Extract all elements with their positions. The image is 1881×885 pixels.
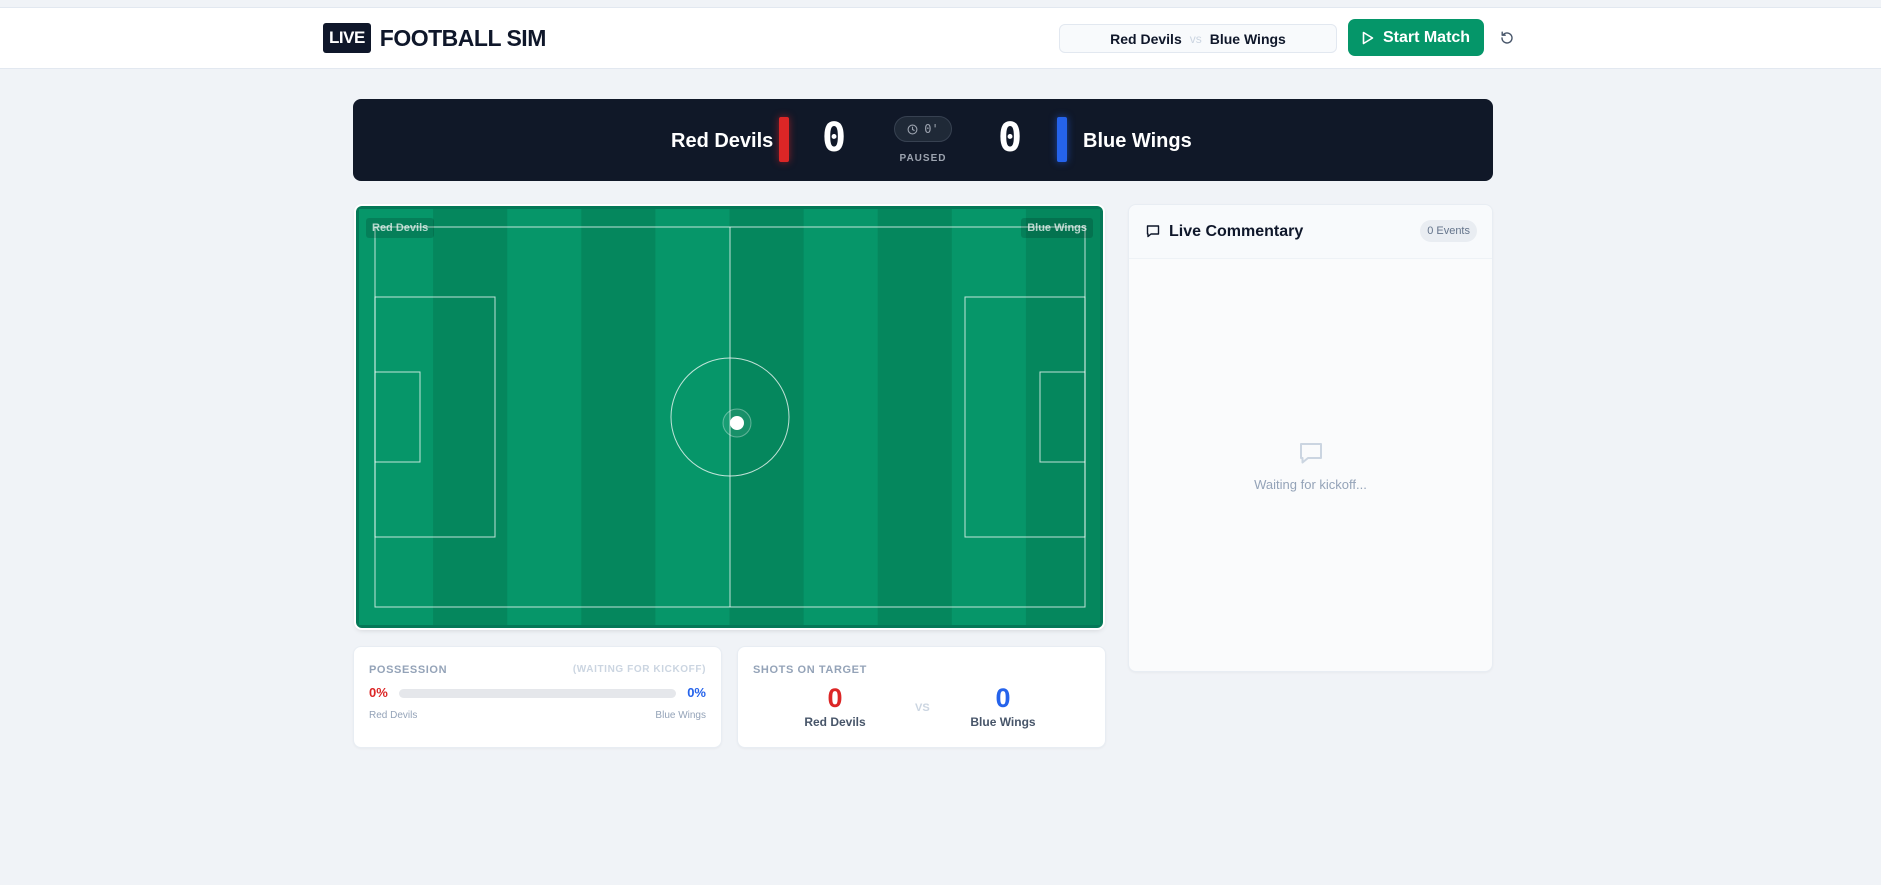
clock-value: 0' [924,122,939,136]
matchup-vs: vs [1189,31,1202,46]
possession-home-percent: 0% [369,685,388,700]
scoreboard-away-name: Blue Wings [1083,130,1192,152]
pitch-home-label: Red Devils [366,218,435,238]
ball [730,416,744,430]
grass-stripe [803,209,879,625]
pitch-away-label: Blue Wings [1021,218,1093,238]
app-header: LIVE FOOTBALL SIM Red Devils vs Blue Win… [0,8,1881,69]
reset-icon [1501,31,1513,44]
commentary-panel: Live Commentary 0 Events Waiting for kic… [1128,204,1493,672]
pitch-field [359,209,1100,625]
shots-away-name: Blue Wings [970,715,1036,729]
pitch: Red Devils Blue Wings [356,206,1103,628]
clock-icon [907,124,918,134]
matchup-away: Blue Wings [1209,30,1286,47]
grass-stripe [951,209,1027,625]
match-status: PAUSED [899,153,947,164]
away-color-bar [1057,117,1067,162]
empty-chat-icon [1300,443,1322,464]
top-strip [0,0,1881,8]
app-title: FOOTBALL SIM [379,24,547,51]
possession-title: POSSESSION [369,664,448,676]
grass-stripe [581,209,656,625]
possession-note: (WAITING FOR KICKOFF) [572,664,706,675]
play-icon [1362,31,1374,44]
matchup-home: Red Devils [1110,30,1182,47]
commentary-event-count: 0 Events [1420,220,1477,242]
shots-home-value: 0 [827,683,843,713]
grass-stripe [1025,209,1100,625]
matchup-display: Red Devils vs Blue Wings [1059,24,1337,53]
match-clock: 0' [894,116,952,142]
possession-bar [399,689,676,698]
possession-away-percent: 0% [687,685,706,700]
grass-stripe [655,209,730,625]
live-badge: LIVE [323,23,371,53]
commentary-title: Live Commentary [1169,223,1304,240]
start-match-button[interactable]: Start Match [1348,19,1484,56]
shots-away-value: 0 [995,683,1011,713]
brand: LIVE FOOTBALL SIM [323,23,546,53]
shots-vs: VS [915,702,930,714]
grass-stripe [359,209,434,625]
home-color-bar [779,117,789,162]
shots-away: 0 Blue Wings [943,683,1063,729]
shots-home: 0 Red Devils [775,683,895,729]
possession-away-name: Blue Wings [655,710,706,721]
scoreboard-home-name: Red Devils [671,130,774,152]
shots-home-name: Red Devils [804,715,866,729]
shots-card: SHOTS ON TARGET 0 Red Devils VS 0 Blue W… [737,646,1106,748]
away-score: 0 [998,115,1023,161]
possession-home-name: Red Devils [369,710,418,721]
commentary-empty-text: Waiting for kickoff... [1254,477,1367,492]
grass-stripe [433,209,508,625]
start-match-label: Start Match [1382,28,1471,46]
possession-card: POSSESSION (WAITING FOR KICKOFF) 0% 0% R… [353,646,722,748]
chat-icon [1146,225,1160,238]
grass-stripe [507,209,582,625]
shots-title: SHOTS ON TARGET [753,664,867,676]
reset-button[interactable] [1497,28,1517,48]
home-score: 0 [822,115,847,161]
grass-stripe [877,209,953,625]
commentary-header: Live Commentary 0 Events [1129,205,1492,259]
